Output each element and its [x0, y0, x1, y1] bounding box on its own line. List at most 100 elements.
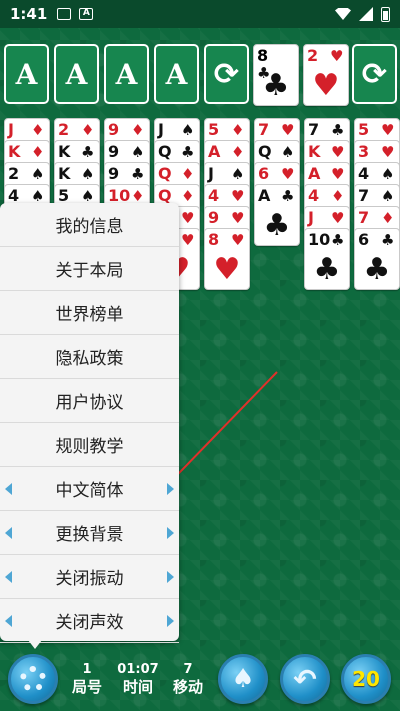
card-pip: ♣ — [313, 252, 341, 287]
card-rank: 2 — [8, 164, 20, 183]
chevron-left-icon[interactable] — [5, 614, 12, 627]
card-rank: A — [208, 142, 221, 161]
card-rank: 7 — [358, 186, 370, 205]
card-rank: J — [158, 120, 164, 139]
menu-item-7[interactable]: 中文简体 — [0, 467, 179, 511]
card-suit: ♥ — [331, 165, 345, 183]
menu-item-2[interactable]: 关于本局 — [0, 247, 179, 291]
recycle-slot-right[interactable]: ⟳ — [352, 44, 397, 104]
menu-item-label: 我的信息 — [55, 217, 124, 237]
tableau-card-col7-row6[interactable]: 10 ♣ ♣ — [304, 228, 350, 290]
card-rank: 9 — [108, 120, 120, 139]
card-suit: ♥ — [281, 121, 295, 139]
card-suit: ♦ — [181, 187, 195, 205]
card-rank: 4 — [208, 186, 220, 205]
foundation-ace-label: A — [65, 57, 88, 91]
chevron-right-icon[interactable] — [167, 614, 174, 627]
card-suit: ♣ — [181, 143, 195, 161]
chevron-left-icon[interactable] — [5, 570, 12, 583]
card-suit: ♠ — [181, 121, 195, 139]
card-suit: ♦ — [231, 143, 245, 161]
signal-icon — [359, 7, 373, 21]
card-rank: A — [308, 164, 321, 183]
menu-item-label: 用户协议 — [55, 393, 124, 413]
card-suit: ♠ — [381, 165, 395, 183]
card-suit: ♦ — [231, 121, 245, 139]
moves-stat: 7 移动 — [163, 662, 213, 697]
recycle-slot-left[interactable]: ⟳ — [204, 44, 249, 104]
card-suit: ♥ — [331, 143, 345, 161]
card-suit: ♥ — [331, 209, 345, 227]
card-suit: ♥ — [381, 121, 395, 139]
app-a-icon: A — [79, 8, 94, 20]
undo-button[interactable]: ↶ — [280, 654, 330, 704]
card-suit: ♣ — [381, 231, 395, 249]
chevron-left-icon[interactable] — [5, 526, 12, 539]
hint-button[interactable]: 20 — [341, 654, 391, 704]
chevron-right-icon[interactable] — [167, 570, 174, 583]
menu-item-10[interactable]: 关闭声效 — [0, 599, 179, 643]
card-rank: 8 — [208, 230, 220, 249]
card-rank: 8 — [257, 46, 269, 65]
card-suit: ♠ — [381, 187, 395, 205]
card-suit: ♠ — [81, 165, 95, 183]
card-suit: ♦ — [81, 121, 95, 139]
recycle-icon: ⟳ — [213, 56, 240, 92]
waste-card-2[interactable]: 2 ♥ ♥ — [303, 44, 349, 106]
waste-card-1[interactable]: 8 ♣ ♣ — [253, 44, 299, 106]
menu-item-label: 关闭振动 — [55, 569, 124, 589]
settings-button[interactable] — [8, 654, 58, 704]
card-rank: 6 — [258, 164, 270, 183]
battery-icon — [381, 6, 390, 22]
card-suit: ♥ — [281, 165, 295, 183]
card-pip: ♣ — [263, 208, 291, 243]
card-rank: 9 — [108, 164, 120, 183]
foundation-ace-label: A — [165, 57, 188, 91]
foundation-slot-2[interactable]: A — [54, 44, 99, 104]
menu-item-6[interactable]: 规则教学 — [0, 423, 179, 467]
new-game-button[interactable]: ♠ — [218, 654, 268, 704]
menu-item-5[interactable]: 用户协议 — [0, 379, 179, 423]
foundation-slot-1[interactable]: A — [4, 44, 49, 104]
moves-label: 移动 — [172, 678, 203, 696]
menu-item-3[interactable]: 世界榜单 — [0, 291, 179, 335]
card-suit: ♥ — [231, 231, 245, 249]
card-rank: 2 — [307, 46, 319, 65]
settings-menu: 我的信息关于本局世界榜单 隐私政策用户协议规则教学中文简体更换背景关闭振动关闭声效 — [0, 203, 179, 643]
menu-item-4[interactable]: 隐私政策 — [0, 335, 179, 379]
gear-icon — [20, 666, 46, 692]
card-rank: K — [58, 164, 71, 183]
menu-item-label: 关闭声效 — [55, 613, 124, 633]
chevron-left-icon[interactable] — [5, 482, 12, 495]
card-pip: ♣ — [262, 68, 290, 103]
card-pip: ♣ — [363, 252, 391, 287]
tableau-card-col8-row6[interactable]: 6 ♣ ♣ — [354, 228, 400, 290]
card-rank: Q — [158, 164, 172, 183]
foundation-slot-4[interactable]: A — [154, 44, 199, 104]
card-suit: ♣ — [331, 121, 345, 139]
card-rank: 6 — [358, 230, 370, 249]
menu-item-9[interactable]: 关闭振动 — [0, 555, 179, 599]
card-suit: ♠ — [131, 143, 145, 161]
chevron-right-icon[interactable] — [167, 482, 174, 495]
card-suit: ♦ — [31, 121, 45, 139]
card-pip: ♥ — [312, 68, 340, 103]
tableau-card-col5-row6[interactable]: 8 ♥ ♥ — [204, 228, 250, 290]
card-rank: J — [8, 120, 14, 139]
gallery-icon — [57, 8, 72, 20]
tableau-card-col6-row4[interactable]: A ♣ ♣ — [254, 184, 300, 246]
card-suit: ♠ — [281, 143, 295, 161]
chevron-right-icon[interactable] — [167, 526, 174, 539]
card-suit: ♣ — [281, 187, 295, 205]
time-label: 时间 — [122, 678, 153, 696]
card-rank: 10 — [308, 230, 331, 249]
menu-item-8[interactable]: 更换背景 — [0, 511, 179, 555]
card-suit: ♥ — [231, 187, 245, 205]
menu-item-1[interactable]: 我的信息 — [0, 203, 179, 247]
foundation-slot-3[interactable]: A — [104, 44, 149, 104]
menu-item-label: 关于本局 — [55, 261, 124, 281]
card-suit: ♠ — [231, 165, 245, 183]
menu-item-label: 中文简体 — [55, 481, 124, 501]
menu-item-label: 更换背景 — [55, 525, 124, 545]
menu-item-label: 规则教学 — [55, 437, 124, 457]
